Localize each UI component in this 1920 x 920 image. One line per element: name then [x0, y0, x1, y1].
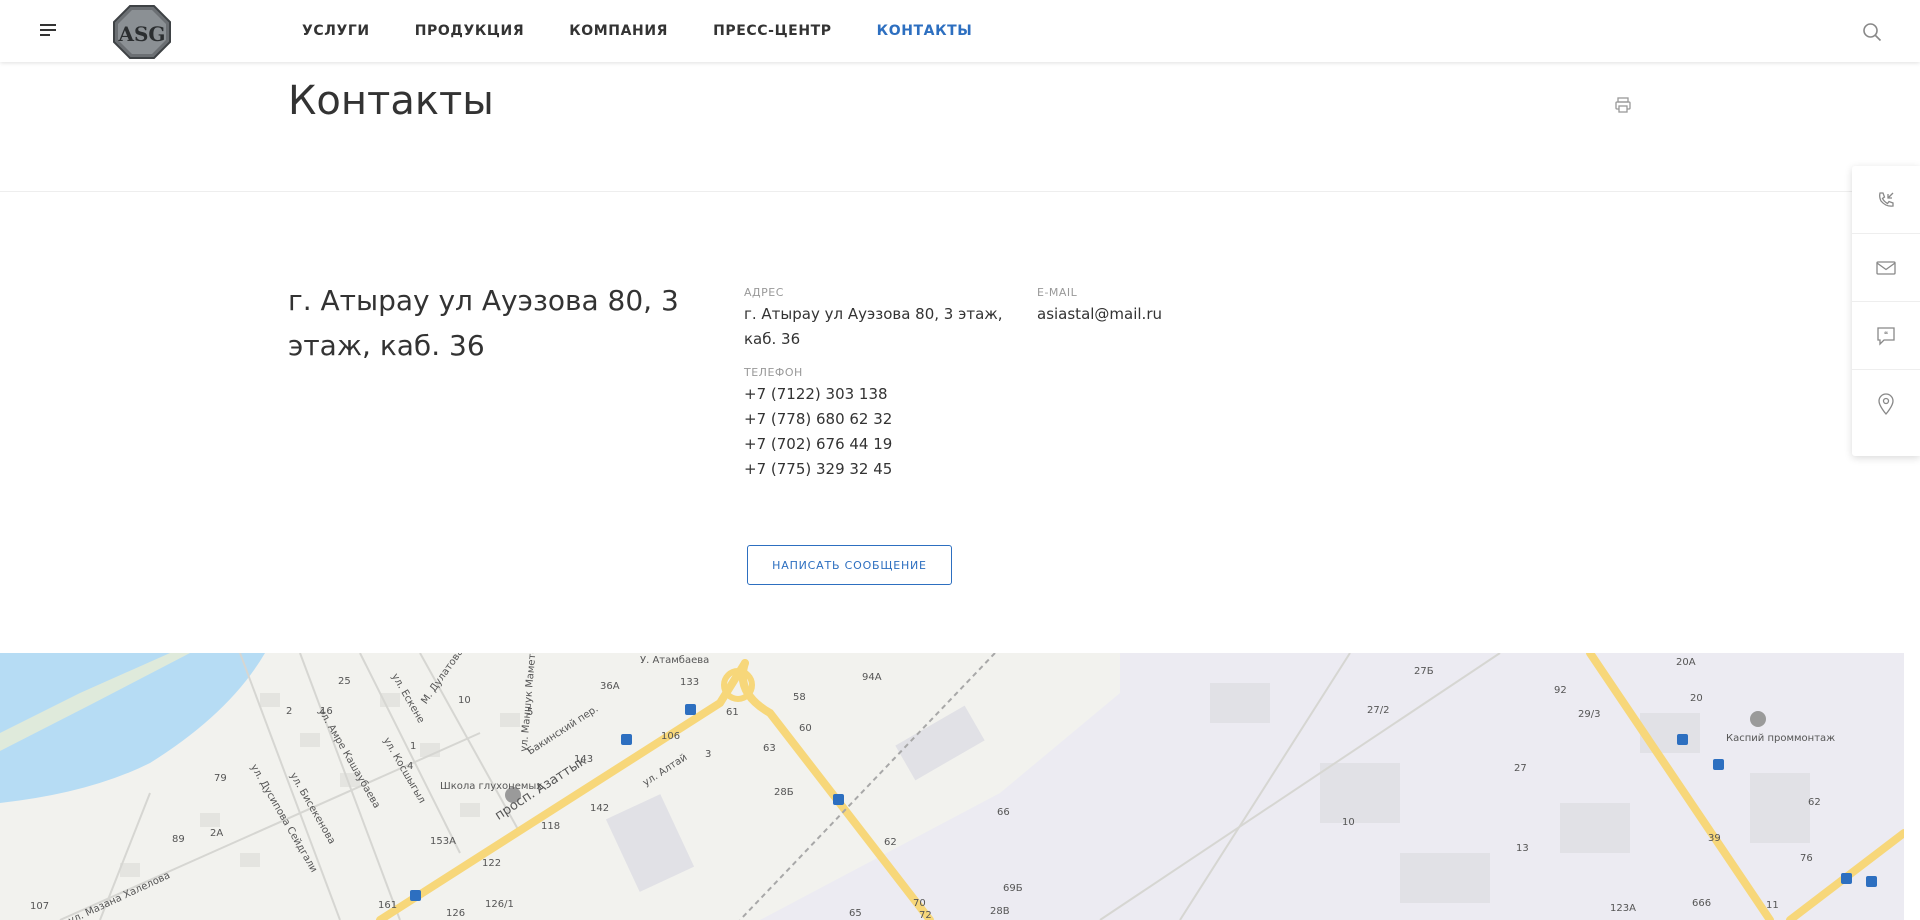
menu-burger-icon[interactable]	[40, 24, 56, 38]
map-label: 2А	[210, 828, 224, 839]
svg-text:ASG: ASG	[117, 22, 165, 46]
map-label: 5	[527, 707, 534, 718]
email-label: E-MAIL	[1037, 286, 1078, 299]
side-widget: ❝	[1852, 166, 1920, 456]
chat-icon: ❝	[1877, 326, 1895, 346]
callback-icon	[1879, 191, 1894, 207]
side-location[interactable]	[1852, 370, 1920, 438]
phone-label: ТЕЛЕФОН	[744, 366, 803, 379]
side-callback[interactable]	[1852, 166, 1920, 234]
map-label: 10	[1342, 817, 1355, 828]
map-label: Школа глухонемых	[440, 781, 543, 792]
map-label: 11	[1766, 900, 1779, 911]
map-label: 58	[793, 692, 806, 703]
phone-link[interactable]: +7 (7122) 303 138	[744, 382, 1024, 407]
map-label: 92	[1554, 685, 1567, 696]
map-label: 20	[1690, 693, 1703, 704]
phone-link[interactable]: +7 (775) 329 32 45	[744, 457, 1024, 482]
map-label: У. Атамбаева	[640, 655, 710, 666]
map-canvas[interactable]	[0, 653, 1904, 920]
phone-link[interactable]: +7 (778) 680 62 32	[744, 407, 1024, 432]
nav-kompaniya[interactable]: КОМПАНИЯ	[569, 23, 668, 39]
company-logo[interactable]: ASG	[112, 4, 172, 60]
map-label: 106	[661, 731, 681, 742]
map-label: 66	[997, 807, 1010, 818]
page-title-block: Контакты	[0, 62, 1920, 192]
map-label: 63	[763, 743, 776, 754]
map-label: 161	[378, 900, 398, 911]
map-label: 107	[30, 901, 50, 912]
map-label: 76	[1800, 853, 1813, 864]
map[interactable]: У. Атамбаева просп. Азаттык Бакинский пе…	[0, 653, 1904, 920]
address-label: АДРЕС	[744, 286, 784, 299]
map-label: 153А	[430, 836, 456, 847]
map-label: 89	[172, 834, 185, 845]
map-label: 25	[338, 676, 351, 687]
phone-link[interactable]: +7 (702) 676 44 19	[744, 432, 1024, 457]
map-label: 133	[680, 677, 700, 688]
nav-press-center[interactable]: ПРЕСС-ЦЕНТР	[713, 23, 832, 39]
map-label: 28Б	[774, 787, 794, 798]
location-icon	[1878, 393, 1894, 415]
map-label: 27Б	[1414, 666, 1434, 677]
write-message-button[interactable]: НАПИСАТЬ СООБЩЕНИЕ	[747, 545, 952, 585]
map-label: 27/2	[1367, 705, 1390, 716]
map-label: 62	[884, 837, 897, 848]
map-label: 28В	[990, 906, 1010, 917]
map-label: 62	[1808, 797, 1821, 808]
map-label: 29/3	[1578, 709, 1601, 720]
map-label: 36А	[600, 681, 620, 692]
map-label: 69Б	[1003, 883, 1023, 894]
map-label: 27	[1514, 763, 1527, 774]
nav-kontakty[interactable]: КОНТАКТЫ	[877, 23, 973, 39]
map-label: 16	[320, 706, 333, 717]
map-label: 3	[705, 749, 712, 760]
print-icon[interactable]	[1614, 96, 1632, 114]
map-label: 126	[446, 908, 466, 919]
site-header: ASG УСЛУГИ ПРОДУКЦИЯ КОМПАНИЯ ПРЕСС-ЦЕНТ…	[0, 0, 1920, 62]
map-label: 126/1	[485, 899, 514, 910]
search-icon[interactable]	[1862, 22, 1882, 42]
map-label: 65	[849, 908, 862, 919]
map-label: 4	[407, 761, 414, 772]
map-label: 60	[799, 723, 812, 734]
nav-uslugi[interactable]: УСЛУГИ	[302, 23, 370, 39]
map-label: 123А	[1610, 903, 1636, 914]
map-label: 2	[286, 706, 293, 717]
svg-text:❝: ❝	[1884, 330, 1888, 339]
map-label: 122	[482, 858, 502, 869]
email-column: E-MAIL asiastal@mail.ru	[1037, 286, 1257, 327]
map-label: 13	[1516, 843, 1529, 854]
map-label: 118	[541, 821, 561, 832]
map-label: 10	[458, 695, 471, 706]
map-label: 94А	[862, 672, 882, 683]
mail-icon	[1876, 260, 1896, 275]
map-label: 79	[214, 773, 227, 784]
map-label: 61	[726, 707, 739, 718]
phone-block: ТЕЛЕФОН +7 (7122) 303 138 +7 (778) 680 6…	[744, 366, 1024, 482]
nav-produkciya[interactable]: ПРОДУКЦИЯ	[415, 23, 524, 39]
map-label: 1	[410, 741, 417, 752]
side-mail[interactable]	[1852, 234, 1920, 302]
headline-address: г. Атырау ул Ауэзова 80, 3 этаж, каб. 36	[288, 284, 679, 362]
map-label: 39	[1708, 833, 1721, 844]
page-title: Контакты	[288, 78, 494, 124]
address-value: г. Атырау ул Ауэзова 80, 3 этаж, каб. 36	[744, 305, 1003, 348]
address-column: АДРЕС г. Атырау ул Ауэзова 80, 3 этаж, к…	[744, 286, 1024, 482]
map-label: 143	[574, 754, 594, 765]
map-label: 20А	[1676, 657, 1696, 668]
map-label: 70	[913, 898, 926, 909]
map-label: 666	[1692, 898, 1712, 909]
map-label: 72	[919, 910, 932, 920]
map-label: Каспий проммонтаж	[1726, 733, 1836, 744]
email-link[interactable]: asiastal@mail.ru	[1037, 302, 1257, 327]
main-nav: УСЛУГИ ПРОДУКЦИЯ КОМПАНИЯ ПРЕСС-ЦЕНТР КО…	[302, 0, 1017, 62]
map-label: 142	[590, 803, 610, 814]
side-chat[interactable]: ❝	[1852, 302, 1920, 370]
